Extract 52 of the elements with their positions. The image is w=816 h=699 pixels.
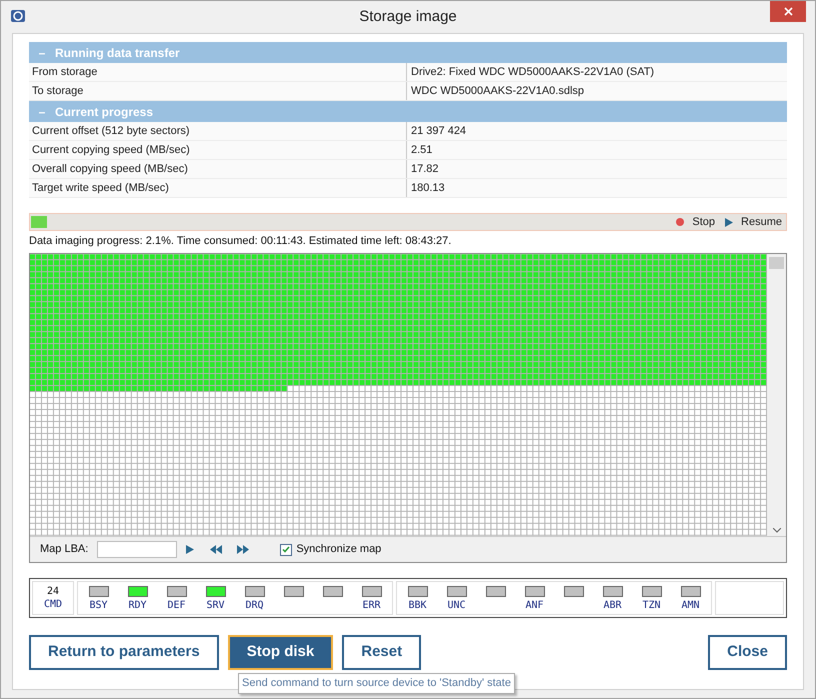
led-label: BBK [408, 601, 427, 611]
stop-button[interactable]: Stop [676, 214, 716, 230]
led-label: ANF [525, 601, 544, 611]
tooltip: Send command to turn source device to 'Standby' state [238, 673, 515, 694]
led-label: SRV [206, 601, 225, 611]
fast-forward-icon[interactable] [237, 545, 250, 554]
progress-status: Data imaging progress: 2.1%. Time consumed: 00:11:43. Estimated time left: 08:43:27. [29, 234, 452, 248]
empty-panel [715, 581, 784, 615]
led-label: DEF [167, 601, 186, 611]
property-label: Current offset (512 byte sectors) [29, 122, 407, 140]
close-window-button[interactable] [770, 1, 806, 22]
cmd-label: CMD [44, 598, 62, 611]
property-value: Drive2: Fixed WDC WD5000AAKS-22V1A0 (SAT) [410, 65, 654, 80]
close-icon [784, 7, 792, 16]
property-value: 2.51 [410, 143, 432, 158]
checkbox-label: Synchronize map [296, 542, 382, 558]
close-button[interactable]: Close [708, 635, 787, 670]
play-icon[interactable] [186, 545, 194, 554]
action-button[interactable]: Reset [342, 635, 422, 670]
scrollbar[interactable] [767, 254, 786, 536]
window-title: Storage image [359, 6, 457, 27]
led-label: AMN [681, 601, 700, 611]
property-label: From storage [29, 63, 407, 81]
property-value: WDC WD5000AAKS-22V1A0.sdlsp [410, 84, 584, 99]
app-logo-icon [10, 8, 26, 24]
scroll-thumb[interactable] [769, 257, 784, 269]
check-icon [282, 546, 290, 553]
led-label: ERR [362, 601, 381, 611]
scroll-down-icon [772, 528, 781, 533]
map-lba-label: Map LBA: [40, 542, 88, 558]
property-label: To storage [29, 82, 407, 100]
led-label: RDY [128, 601, 147, 611]
checkbox[interactable] [280, 544, 292, 556]
property-label: Current copying speed (MB/sec) [29, 141, 407, 159]
map-lba-field[interactable] [97, 541, 178, 558]
action-button[interactable]: Stop disk [228, 635, 334, 670]
property-value: 17.82 [410, 162, 439, 177]
led-label: UNC [447, 601, 466, 611]
resume-button[interactable]: Resume [725, 214, 782, 230]
led-label: TZN [642, 601, 661, 611]
led-label: DRQ [245, 601, 264, 611]
property-value: 180.13 [410, 181, 445, 196]
property-label: Target write speed (MB/sec) [29, 179, 407, 197]
play-icon [725, 218, 734, 226]
record-icon [676, 218, 684, 226]
action-button[interactable]: Return to parameters [29, 635, 219, 670]
property-label: Overall copying speed (MB/sec) [29, 160, 407, 178]
property-value: 21 397 424 [410, 124, 466, 139]
cmd-value: 24 [46, 585, 60, 598]
led-label: BSY [89, 601, 108, 611]
led-label: ABR [603, 601, 622, 611]
rewind-icon[interactable] [210, 545, 222, 554]
